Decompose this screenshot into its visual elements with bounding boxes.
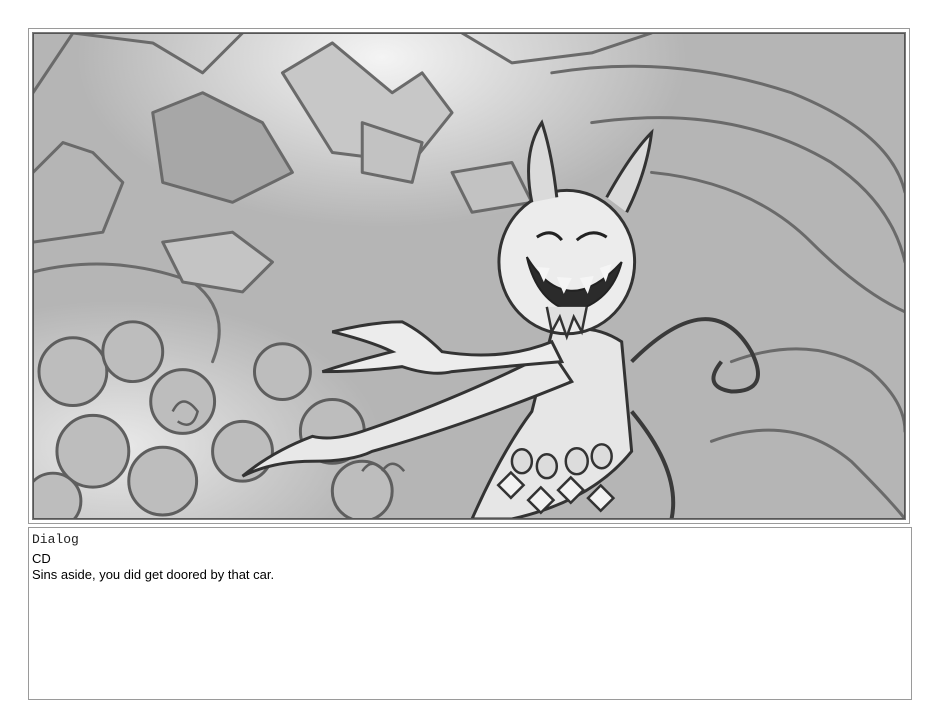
storyboard-panel-frame — [28, 28, 910, 524]
dialog-line: Sins aside, you did get doored by that c… — [32, 567, 275, 582]
dialog-speaker: CD — [32, 551, 51, 566]
dialog-heading: Dialog — [32, 532, 79, 547]
dialog-box: Dialog CD Sins aside, you did get doored… — [28, 527, 912, 700]
storyboard-panel-illustration — [32, 32, 906, 520]
